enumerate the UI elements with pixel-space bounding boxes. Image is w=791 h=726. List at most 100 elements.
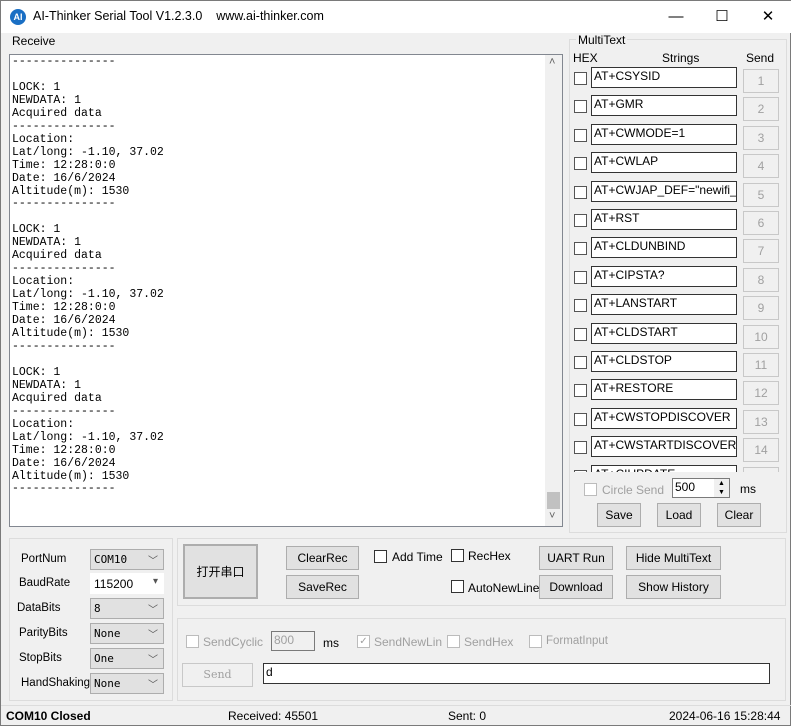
interval-spinner-icon[interactable]: ▲ ▼ <box>714 479 729 497</box>
multitext-string-input[interactable]: AT+CLDUNBIND <box>591 237 737 259</box>
chevron-down-icon: ﹀ <box>148 605 158 616</box>
strings-header: Strings <box>662 51 700 65</box>
minimize-button[interactable]: — <box>653 1 699 33</box>
hex-checkbox[interactable] <box>574 356 587 369</box>
multitext-string-input[interactable]: AT+CWSTOPDISCOVER <box>591 407 737 429</box>
hex-checkbox[interactable] <box>574 128 587 142</box>
maximize-button[interactable]: ☐ <box>699 1 745 33</box>
port-field-label: HandShaking <box>21 677 91 689</box>
multitext-send-button[interactable]: 7 <box>743 239 779 264</box>
multitext-string-input[interactable]: AT+CLDSTOP <box>591 351 737 372</box>
multitext-string-input[interactable]: AT+CWMODE=1 <box>591 123 737 145</box>
multitext-send-button[interactable]: 15 <box>743 466 779 472</box>
save-button[interactable]: Save <box>597 503 641 527</box>
port-field-value: 115200 <box>94 577 134 591</box>
hex-checkbox[interactable] <box>574 242 587 256</box>
download-button[interactable]: Download <box>539 575 613 599</box>
multitext-send-button[interactable]: 13 <box>743 409 779 434</box>
add-time-checkbox[interactable] <box>374 550 387 563</box>
scroll-up-icon[interactable]: ˄ <box>549 56 555 68</box>
cyclic-interval-input[interactable]: 800 <box>271 631 315 651</box>
multitext-string-input[interactable]: AT+CSYSID <box>591 67 737 88</box>
port-field-select[interactable]: None ﹀ <box>90 673 164 694</box>
hex-checkbox[interactable] <box>574 412 587 426</box>
chevron-down-icon: ﹀ <box>148 655 158 666</box>
scroll-thumb[interactable] <box>547 492 560 509</box>
port-field-label: PortNum <box>21 553 67 565</box>
multitext-send-button[interactable]: 5 <box>743 182 779 207</box>
multitext-row: AT+GMR 2 <box>570 93 786 122</box>
clear-rec-button[interactable]: ClearRec <box>286 546 359 570</box>
port-field-select[interactable]: 8 ﹀ <box>90 598 164 619</box>
uart-run-button[interactable]: UART Run <box>539 546 613 570</box>
multitext-send-button[interactable]: 4 <box>743 154 779 179</box>
multitext-row: AT+CIPSTA? 8 <box>570 264 786 292</box>
send-newline-checkbox[interactable]: ✓ <box>357 635 370 648</box>
port-field-select[interactable]: COM10 ﹀ <box>90 549 164 570</box>
port-field-value: 8 <box>94 602 101 615</box>
send-button[interactable]: Send <box>182 663 253 687</box>
multitext-string-input[interactable]: AT+CWLAP <box>591 152 737 174</box>
circle-send-label: Circle Send <box>602 483 665 497</box>
hex-checkbox[interactable] <box>574 270 587 284</box>
close-button[interactable]: ✕ <box>745 1 791 33</box>
hex-checkbox[interactable] <box>574 157 587 171</box>
format-input-label: FormatInput <box>546 635 608 647</box>
multitext-string-input[interactable]: AT+GMR <box>591 95 737 117</box>
interval-ms-label: ms <box>740 482 756 496</box>
hex-checkbox[interactable] <box>574 72 587 85</box>
hex-checkbox[interactable] <box>574 299 587 313</box>
multitext-send-button[interactable]: 1 <box>743 69 779 93</box>
multitext-string-input[interactable]: AT+CIPSTA? <box>591 265 737 287</box>
multitext-string-input[interactable]: AT+CWSTARTDISCOVER= <box>591 436 737 458</box>
multitext-send-button[interactable]: 10 <box>743 324 779 349</box>
port-field-select[interactable]: One ﹀ <box>90 648 164 669</box>
auto-newline-checkbox[interactable] <box>451 580 464 593</box>
receive-area[interactable]: --------------- LOCK: 1 NEWDATA: 1 Acqui… <box>9 54 563 527</box>
hide-multitext-button[interactable]: Hide MultiText <box>626 546 721 570</box>
hex-checkbox[interactable] <box>574 469 587 472</box>
hex-checkbox[interactable] <box>574 441 587 455</box>
rec-hex-checkbox[interactable] <box>451 549 464 562</box>
scroll-down-icon[interactable]: ˅ <box>549 510 555 522</box>
multitext-string-input[interactable]: AT+RESTORE <box>591 379 737 401</box>
multitext-send-button[interactable]: 14 <box>743 438 779 463</box>
port-field-select[interactable]: None ﹀ <box>90 623 164 644</box>
hex-checkbox[interactable] <box>574 185 587 199</box>
multitext-send-button[interactable]: 3 <box>743 125 779 150</box>
multitext-send-button[interactable]: 9 <box>743 296 779 321</box>
send-input[interactable]: d <box>263 663 770 684</box>
multitext-string-input[interactable]: AT+LANSTART <box>591 294 737 316</box>
send-cyclic-checkbox[interactable] <box>186 635 199 648</box>
multitext-title: MultiText <box>576 33 628 47</box>
format-input-checkbox[interactable] <box>529 635 542 648</box>
multitext-send-button[interactable]: 12 <box>743 381 779 406</box>
hex-checkbox[interactable] <box>574 384 587 398</box>
multitext-send-button[interactable]: 8 <box>743 267 779 292</box>
multitext-string-input[interactable]: AT+RST <box>591 209 737 230</box>
multitext-string-input[interactable]: AT+CIUPDATE <box>591 464 737 472</box>
multitext-string-input[interactable]: AT+CWJAP_DEF="newifi_ <box>591 180 737 202</box>
hex-checkbox[interactable] <box>574 214 587 227</box>
rec-hex-label: RecHex <box>468 549 511 563</box>
hex-checkbox[interactable] <box>574 100 587 114</box>
save-rec-button[interactable]: SaveRec <box>286 575 359 599</box>
hex-checkbox[interactable] <box>574 327 587 341</box>
multitext-row: AT+CWMODE=1 3 <box>570 122 786 150</box>
send-hex-checkbox[interactable] <box>447 635 460 648</box>
show-history-button[interactable]: Show History <box>626 575 721 599</box>
multitext-send-button[interactable]: 2 <box>743 97 779 122</box>
port-field-value: None <box>94 627 121 640</box>
load-button[interactable]: Load <box>657 503 701 527</box>
circle-send-checkbox[interactable] <box>584 483 597 496</box>
multitext-send-button[interactable]: 6 <box>743 211 779 235</box>
multitext-send-button[interactable]: 11 <box>743 353 779 377</box>
open-port-button[interactable]: 打开串口 <box>183 544 258 599</box>
multitext-string-input[interactable]: AT+CLDSTART <box>591 322 737 344</box>
send-hex-label: SendHex <box>464 635 514 649</box>
receive-scrollbar[interactable]: ˄ ˅ <box>545 55 562 526</box>
hex-header: HEX <box>573 51 598 65</box>
port-field-select[interactable]: 115200 ▾ <box>90 573 164 594</box>
clear-button[interactable]: Clear <box>717 503 761 527</box>
status-port: COM10 Closed <box>6 709 91 723</box>
